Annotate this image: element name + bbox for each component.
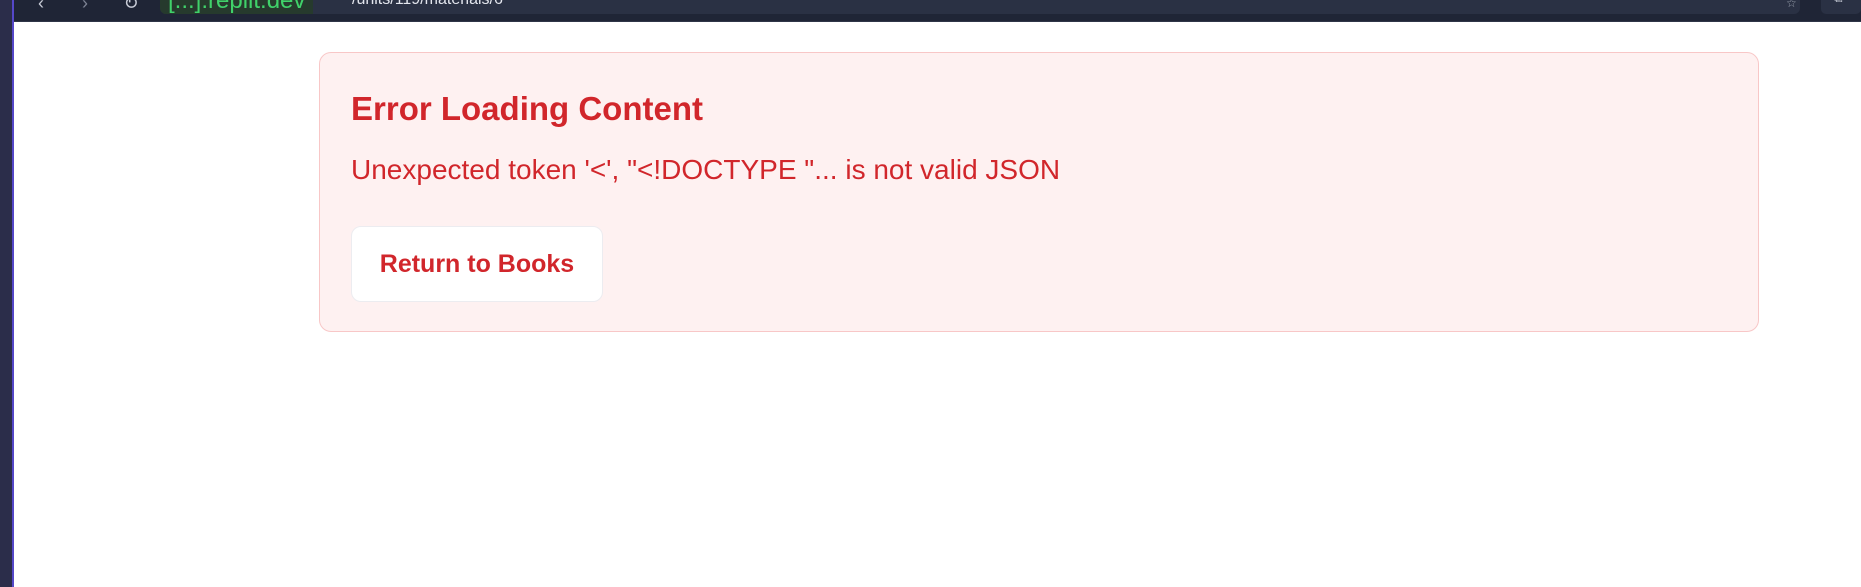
return-to-books-button[interactable]: Return to Books: [351, 226, 603, 302]
bookmark-icon[interactable]: ☆: [1786, 0, 1797, 10]
window-left-edge: [0, 0, 14, 587]
url-host: [...].replit.dev: [160, 0, 314, 14]
error-message: Unexpected token '<', "<!DOCTYPE "... is…: [351, 154, 1061, 185]
reload-icon[interactable]: ↻: [120, 0, 142, 14]
url-path: /units/119/materials/6: [352, 0, 503, 8]
forward-icon[interactable]: ›: [74, 0, 96, 14]
browser-toolbar: ‹ › ↻ [...].replit.dev /units/119/materi…: [14, 0, 1861, 22]
address-bar[interactable]: [...].replit.dev /units/119/materials/6: [160, 0, 1800, 14]
back-icon[interactable]: ‹: [30, 0, 52, 14]
error-card: Error Loading Content Unexpected token '…: [319, 52, 1759, 332]
extensions-button[interactable]: ⧉: [1821, 0, 1861, 14]
error-title: Error Loading Content: [351, 90, 703, 127]
app-frame: ‹ › ↻ [...].replit.dev /units/119/materi…: [0, 0, 1861, 587]
extension-icon: ⧉: [1834, 0, 1848, 4]
